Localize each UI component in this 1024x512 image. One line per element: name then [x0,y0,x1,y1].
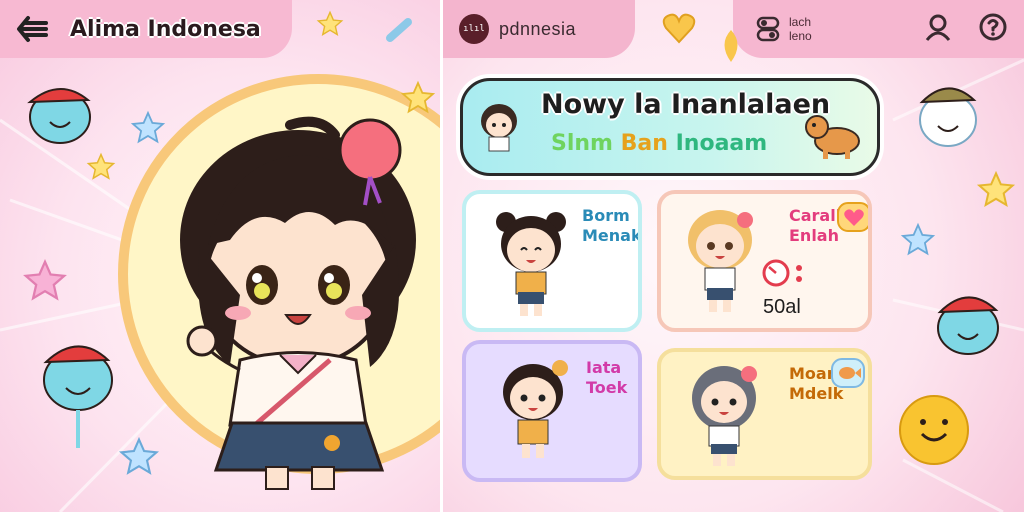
card-title-line: Borm [582,206,630,225]
search-input[interactable]: pdnnesia [499,19,576,40]
character-thumbnail [496,212,566,316]
character-card[interactable]: Iata Toek [462,340,642,482]
banner-headline: Nowy la Inanlalaen [541,89,831,120]
back-button[interactable] [14,11,50,47]
language-option: lach [789,15,812,29]
character-portrait [180,116,416,490]
ghost-mascot-icon [937,296,999,355]
language-icon [756,16,780,42]
app-screen: Alima Indonesa ılıl pdnnesia lach leno N… [0,0,1024,512]
banner-word: Inoaam [675,131,768,156]
star-icon [118,436,160,475]
search-bar[interactable]: ılıl pdnnesia [443,0,635,58]
profile-icon [925,14,951,41]
card-count: 50al [763,296,801,318]
card-title: Iata Toek [586,358,627,398]
back-arrow-icon [17,16,48,42]
banner-word: Ban [620,131,668,156]
page-title: Alima Indonesa [70,16,261,42]
character-card[interactable]: Moan Mdelk [657,348,872,480]
character-thumbnail [692,366,757,466]
ghost-mascot-icon [43,345,113,448]
star-icon [900,222,936,256]
star-icon [86,152,116,180]
character-card[interactable]: Borm Menak [462,190,642,332]
timer-icon [762,259,802,287]
card-title-line: Menak [582,226,642,245]
ghost-mascot-icon [27,88,91,144]
leaf-icon [724,30,738,62]
language-option: leno [789,29,812,43]
bone-icon [386,18,412,42]
character-thumbnail [503,360,568,458]
banner-word: Slnm [551,131,613,156]
right-header-bar: lach leno [733,0,1024,58]
character-thumbnail [688,210,753,312]
star-icon [400,80,436,114]
card-title-line: Toek [586,378,628,397]
help-button[interactable] [978,12,1008,42]
left-header-bar: Alima Indonesa [0,0,292,58]
help-icon [979,13,1007,41]
banner-subline: Slnm Ban Inoaam [551,131,767,156]
banner-character-avatar [481,104,517,152]
smiley-mascot-icon [899,395,969,465]
star-icon [316,10,344,36]
featured-banner[interactable]: Nowy la Inanlalaen Slnm Ban Inoaam [460,78,880,176]
profile-button[interactable] [923,12,953,42]
star-icon [976,170,1016,208]
ghost-mascot-icon [919,87,977,147]
fish-icon [831,358,865,388]
dog-mascot-icon [805,115,860,159]
card-title-line: Iata [586,358,622,377]
star-icon [130,110,166,144]
language-toggle[interactable]: lach leno [755,14,812,44]
app-logo-badge: ılıl [459,14,489,44]
character-detail-panel: Alima Indonesa [0,0,440,512]
heart-icon [837,202,868,232]
heart-icon [662,13,696,44]
star-icon [23,258,67,301]
character-card[interactable]: Caralk Enlah 50al [657,190,872,332]
card-title: Borm Menak [582,206,642,246]
